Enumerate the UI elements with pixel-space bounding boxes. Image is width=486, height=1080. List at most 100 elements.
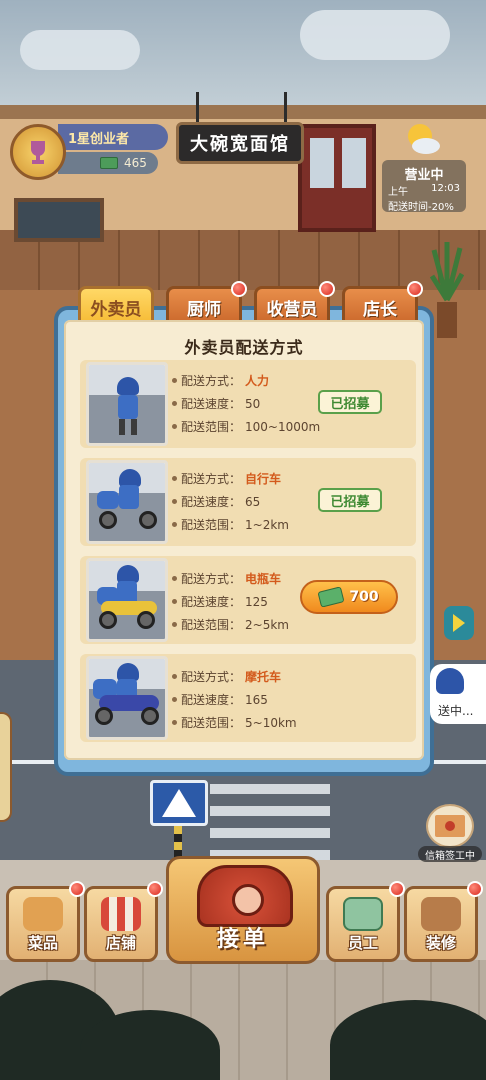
- storefront-icon: [101, 897, 141, 931]
- hire-price: 700: [349, 589, 379, 605]
- cash-counter: 465: [58, 152, 158, 174]
- range-label: 配送范围：: [181, 716, 242, 730]
- notification-dot: [69, 881, 85, 897]
- speed-label: 配送速度：: [181, 397, 242, 411]
- shop-window: [14, 198, 104, 242]
- notification-dot: [389, 881, 405, 897]
- envelope-icon: [435, 815, 465, 837]
- nav-staff-button[interactable]: 员工: [326, 881, 405, 962]
- range-value: 100~1000m: [245, 419, 321, 434]
- notification-dot: [319, 281, 335, 297]
- tab-label: 收营员: [266, 300, 318, 320]
- speed-line: 配送速度： 125: [172, 593, 268, 610]
- speed-value: 125: [245, 594, 268, 609]
- tab-label: 外卖员: [90, 300, 142, 320]
- method-label: 配送方式：: [181, 670, 242, 684]
- range-line: 配送范围： 100~1000m: [172, 418, 320, 435]
- range-value: 1~2km: [245, 517, 289, 532]
- method-line: 配送方式： 摩托车: [172, 668, 281, 685]
- courier-avatar-icon: [436, 668, 464, 694]
- speed-line: 配送速度： 50: [172, 395, 260, 412]
- cloud: [300, 10, 450, 60]
- hire-ebike-button[interactable]: 700: [300, 580, 398, 614]
- speed-value: 65: [245, 494, 261, 509]
- nav-menu-button[interactable]: 菜品: [6, 881, 85, 962]
- sign-wire: [196, 92, 199, 124]
- range-line: 配送范围： 1~2km: [172, 516, 289, 533]
- trophy-icon: [31, 141, 45, 164]
- shop-name-sign: 大碗宽面馆: [176, 122, 304, 164]
- notification-dot: [407, 281, 423, 297]
- dialog-title: 外卖员配送方式: [184, 338, 304, 357]
- speed-line: 配送速度： 65: [172, 493, 260, 510]
- method-label: 配送方式：: [181, 472, 242, 486]
- speed-line: 配送速度： 165: [172, 691, 268, 708]
- method-label: 配送方式：: [181, 374, 242, 388]
- helmet-icon: [117, 377, 139, 395]
- take-order-button[interactable]: 接单: [166, 856, 320, 964]
- burger-icon: [23, 897, 63, 931]
- wheel-icon: [139, 511, 157, 529]
- range-label: 配送范围：: [181, 420, 242, 434]
- notification-dot: [467, 881, 483, 897]
- range-label: 配送范围：: [181, 518, 242, 532]
- wheel-icon: [99, 511, 117, 529]
- range-value: 2~5km: [245, 617, 289, 632]
- courier-bicycle-thumbnail: [86, 460, 168, 544]
- wheel-icon: [95, 707, 113, 725]
- cash-icon: [100, 157, 118, 169]
- telephone-icon: [197, 865, 293, 927]
- notification-dot: [147, 881, 163, 897]
- wheel-icon: [99, 611, 117, 629]
- cash-icon: [317, 586, 345, 608]
- cloud: [20, 30, 140, 70]
- delivery-time-bonus: 配送时间-20%: [388, 202, 454, 213]
- take-order-label: 接单: [216, 927, 269, 952]
- nav-decorate-button[interactable]: 装修: [404, 881, 483, 962]
- level-title: 1星创业者: [58, 124, 168, 150]
- left-edge-tab[interactable]: [0, 712, 12, 822]
- sign-wire: [284, 92, 287, 124]
- courier-ebike-thumbnail: [86, 558, 168, 642]
- cash-amount: 465: [124, 156, 147, 170]
- range-value: 5~10km: [245, 715, 297, 730]
- tab-label: 厨师: [187, 300, 221, 320]
- speed-label: 配送速度：: [181, 595, 242, 609]
- nav-store-button[interactable]: 店铺: [84, 881, 163, 962]
- courier-status-text: 送中...: [438, 704, 474, 718]
- clock: 12:03: [431, 183, 460, 194]
- bush: [80, 1010, 220, 1080]
- side-arrow-button[interactable]: [444, 606, 474, 640]
- hired-status-button[interactable]: 已招募: [318, 390, 382, 414]
- courier-walking-thumbnail: [86, 362, 168, 446]
- speed-label: 配送速度：: [181, 495, 242, 509]
- shop-door: [298, 124, 376, 232]
- mailbox-button[interactable]: [426, 804, 474, 848]
- level-trophy-badge[interactable]: [10, 124, 66, 180]
- nav-label: 店铺: [105, 934, 136, 952]
- method-value: 自行车: [245, 472, 282, 486]
- nav-label: 员工: [347, 934, 378, 952]
- range-line: 配送范围： 5~10km: [172, 714, 297, 731]
- method-line: 配送方式： 电瓶车: [172, 570, 281, 587]
- shop-trim: [0, 105, 486, 119]
- method-value: 摩托车: [245, 670, 282, 684]
- pedestrian-crossing-sign: [150, 780, 208, 826]
- id-card-icon: [343, 897, 383, 931]
- crosswalk: [210, 780, 330, 860]
- range-line: 配送范围： 2~5km: [172, 616, 289, 633]
- notification-dot: [231, 281, 247, 297]
- method-value: 人力: [245, 374, 270, 388]
- pedestrian-icon: [162, 789, 196, 817]
- speed-value: 165: [245, 692, 268, 707]
- method-line: 配送方式： 自行车: [172, 470, 281, 487]
- hired-status-button[interactable]: 已招募: [318, 488, 382, 512]
- paint-roller-icon: [421, 897, 461, 931]
- business-status: 营业中: [404, 168, 444, 183]
- speed-label: 配送速度：: [181, 693, 242, 707]
- business-status-panel: 营业中 上午 12:03 配送时间-20%: [382, 160, 466, 213]
- method-value: 电瓶车: [245, 572, 282, 586]
- time-period: 上午: [388, 187, 408, 198]
- courier-motorcycle-thumbnail: [86, 656, 168, 740]
- plant-icon: [430, 242, 464, 338]
